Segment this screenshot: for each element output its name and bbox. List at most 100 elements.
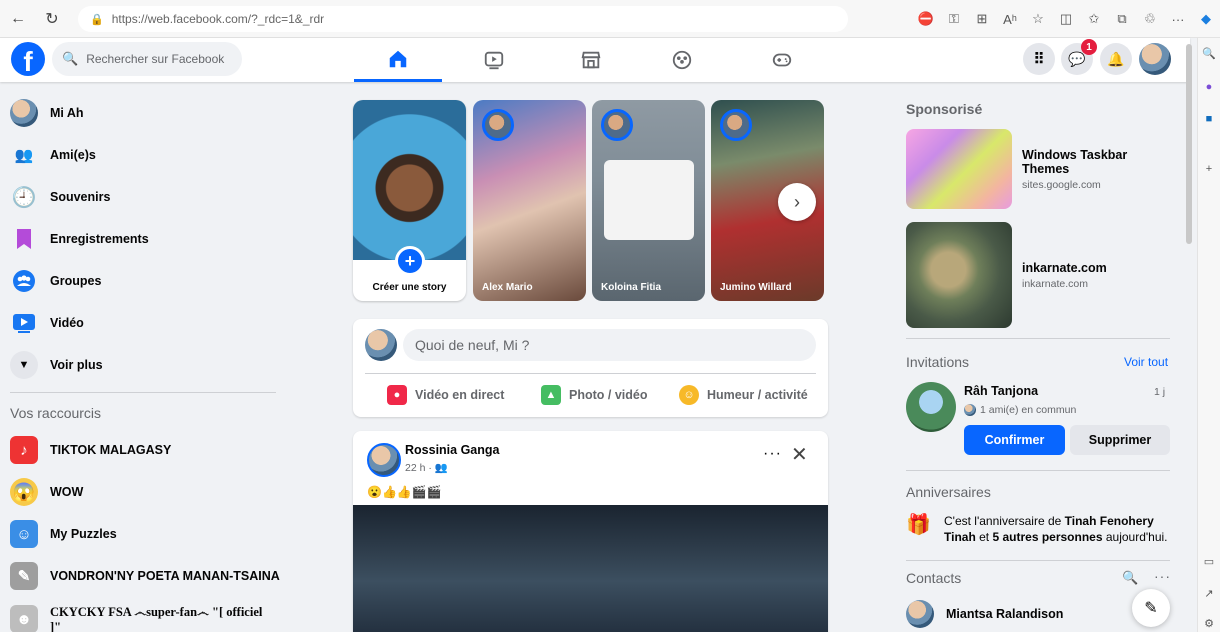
extensions-icon[interactable]: ♲ [1136, 6, 1164, 32]
shortcut-item[interactable]: ✎ VONDRON'NY POETA MANAN-TSAINA [0, 555, 290, 597]
contacts-heading: Contacts [906, 570, 962, 586]
sponsored-ad[interactable]: Windows Taskbar Themes sites.google.com [906, 129, 1168, 209]
create-story-card[interactable]: + Créer une story [353, 100, 466, 301]
sidebar-item-memories[interactable]: 🕘 Souvenirs [0, 176, 290, 218]
compose-icon: ✎ [1144, 600, 1158, 617]
search-icon[interactable]: 🔍 [1202, 46, 1216, 60]
shortcuts-heading: Vos raccourcis [10, 405, 102, 421]
poetry-group-icon: ✎ [10, 562, 38, 590]
apps-icon[interactable]: ⊞ [968, 6, 996, 32]
puzzle-icon: ☺ [10, 520, 38, 548]
photo-video-button[interactable]: ▲ Photo / vidéo [541, 381, 647, 409]
more-icon[interactable]: ··· [1164, 6, 1192, 32]
outlook-icon[interactable]: ■ [1202, 112, 1216, 126]
tab-video[interactable] [450, 38, 538, 82]
sidebar-item-video[interactable]: Vidéo [0, 302, 290, 344]
post-author-avatar[interactable] [367, 443, 401, 477]
tab-marketplace[interactable] [547, 38, 635, 82]
ad-title: Windows Taskbar Themes [1022, 147, 1128, 176]
sidebar-toggle-icon[interactable]: ▭ [1202, 554, 1216, 568]
tab-groups[interactable] [638, 38, 726, 82]
groups-tab-icon [672, 50, 692, 70]
composer-input[interactable]: Quoi de neuf, Mi ? [403, 329, 816, 361]
feed-post: Rossinia Ganga 22 h · 👥 ··· ✕ 😮👍👍🎬🎬 [353, 431, 828, 632]
shortcut-item[interactable]: ♪ TIKTOK MALAGASY [0, 429, 290, 471]
split-screen-icon[interactable]: ◫ [1052, 6, 1080, 32]
back-icon[interactable]: ← [6, 7, 30, 31]
birthday-others[interactable]: 5 autres personnes [992, 530, 1102, 544]
search-input[interactable]: Rechercher sur Facebook [86, 52, 224, 66]
tiktok-group-icon: ♪ [10, 436, 38, 464]
post-more-icon[interactable]: ··· [763, 445, 782, 463]
open-external-icon[interactable]: ↗ [1202, 586, 1216, 600]
post-image[interactable] [353, 505, 828, 632]
delete-button[interactable]: Supprimer [1070, 425, 1170, 455]
shopping-icon[interactable]: ● [1202, 80, 1216, 94]
favorite-star-icon[interactable]: ☆ [1024, 6, 1052, 32]
sidebar-item-friends[interactable]: 👥 Ami(e)s [0, 134, 290, 176]
collections-icon[interactable]: ⧉ [1108, 6, 1136, 32]
sidebar-item-profile[interactable]: Mi Ah [0, 92, 290, 134]
notifications-button[interactable]: 🔔 [1100, 43, 1132, 75]
add-icon[interactable]: + [1202, 162, 1216, 176]
sidebar-item-saved[interactable]: Enregistrements [0, 218, 290, 260]
read-aloud-icon[interactable]: Aʰ [996, 6, 1024, 32]
shortcut-item[interactable]: ☻ CKYCKY FSA ෴super-fan෴ "[ officiel ]" [0, 597, 290, 632]
add-story-icon[interactable]: + [395, 246, 425, 276]
address-bar[interactable]: 🔒 https://web.facebook.com/?_rdc=1&_rdr [78, 6, 848, 32]
close-icon[interactable]: ✕ [791, 442, 808, 467]
contacts-more-icon[interactable]: ··· [1154, 568, 1171, 584]
shortcut-item[interactable]: 😱 WOW [0, 471, 290, 513]
favorites-icon[interactable]: ✩ [1080, 6, 1108, 32]
story-card[interactable]: Alex Mario [473, 100, 586, 301]
new-message-button[interactable]: ✎ [1132, 589, 1170, 627]
contact-item[interactable]: Miantsa Ralandison [906, 598, 1063, 630]
sidebar-item-see-more[interactable]: ▼ Voir plus [0, 344, 290, 386]
contacts-search-icon[interactable]: 🔍 [1122, 570, 1138, 586]
shortcut-item[interactable]: ☺ My Puzzles [0, 513, 290, 555]
right-divider [906, 470, 1170, 471]
friends-icon: 👥 [14, 147, 34, 164]
stories-next-button[interactable]: › [778, 183, 816, 221]
edge-sidebar: 🔍 ● ■ + ▭ ↗ ⚙ [1197, 38, 1220, 632]
account-avatar[interactable] [1139, 43, 1171, 75]
story-card[interactable]: Koloina Fitia [592, 100, 705, 301]
page-scrollbar[interactable] [1186, 44, 1192, 244]
composer-divider [365, 373, 816, 374]
bell-icon: 🔔 [1107, 50, 1125, 67]
settings-gear-icon[interactable]: ⚙ [1202, 616, 1216, 630]
facebook-logo-icon[interactable]: f [11, 42, 45, 76]
confirm-button[interactable]: Confirmer [964, 425, 1065, 455]
tracking-icon[interactable]: ⛔ [912, 6, 940, 32]
post-time[interactable]: 22 h · 👥 [405, 461, 448, 474]
invite-name[interactable]: Râh Tanjona [964, 384, 1038, 398]
tab-gaming[interactable] [738, 38, 826, 82]
invite-time: 1 j [1154, 386, 1166, 398]
wow-emoji-icon: 😱 [10, 478, 38, 506]
live-video-button[interactable]: ● Vidéo en direct [387, 381, 504, 409]
menu-grid-button[interactable]: ⠿ [1023, 43, 1055, 75]
feeling-activity-button[interactable]: ☺ Humeur / activité [679, 381, 808, 409]
messenger-badge: 1 [1081, 39, 1097, 55]
sponsored-ad[interactable]: inkarnate.com inkarnate.com [906, 222, 1168, 328]
sponsored-heading: Sponsorisé [906, 101, 983, 117]
copilot-icon[interactable]: ◆ [1192, 6, 1220, 32]
gaming-icon [772, 53, 792, 67]
grid-icon: ⠿ [1033, 51, 1045, 68]
post-text: 😮👍👍🎬🎬 [367, 485, 442, 499]
sidebar-item-groups[interactable]: Groupes [0, 260, 290, 302]
composer-avatar[interactable] [365, 329, 397, 361]
refresh-icon[interactable]: ↻ [40, 7, 64, 31]
ad-image [906, 129, 1012, 209]
browser-toolbar: ← ↻ 🔒 https://web.facebook.com/?_rdc=1&_… [0, 0, 1220, 38]
messenger-button[interactable]: 💬 1 [1061, 39, 1097, 75]
search-box[interactable]: 🔍 Rechercher sur Facebook [52, 42, 242, 76]
invite-avatar[interactable] [906, 382, 956, 432]
key-icon[interactable]: ⚿ [940, 6, 968, 32]
story-avatar [720, 109, 752, 141]
tab-home[interactable] [354, 38, 442, 82]
see-all-link[interactable]: Voir tout [1124, 355, 1168, 369]
post-author[interactable]: Rossinia Ganga [405, 443, 499, 457]
story-avatar [601, 109, 633, 141]
mutual-friends: 1 ami(e) en commun [964, 404, 1076, 416]
